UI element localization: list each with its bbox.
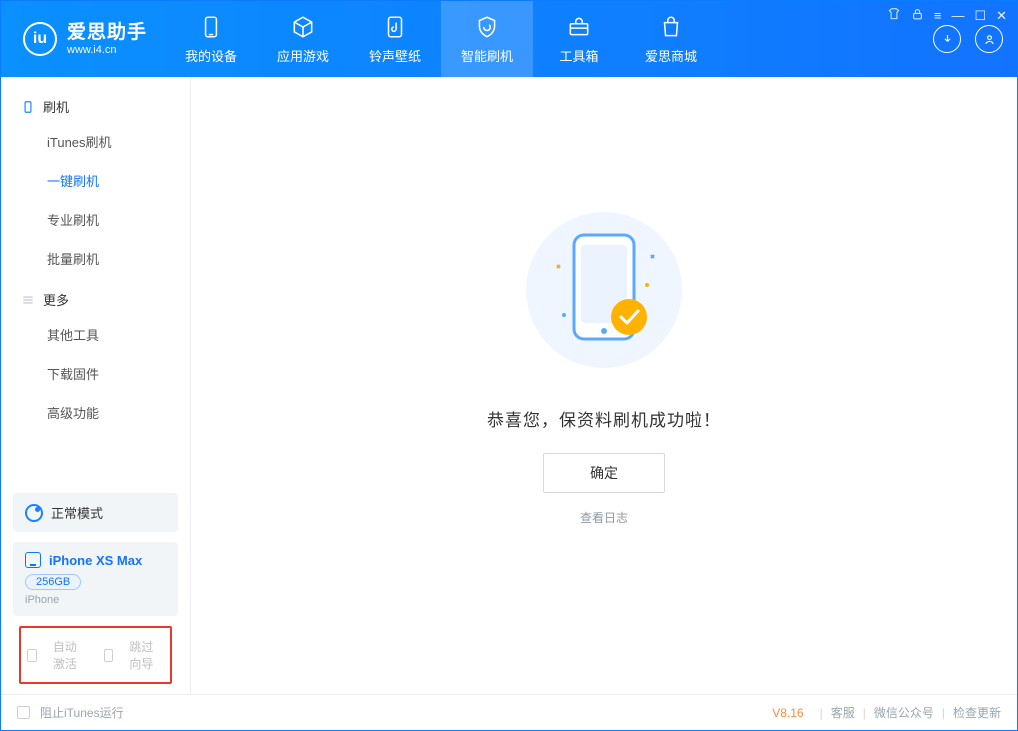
bag-icon [657, 13, 685, 41]
device-card[interactable]: iPhone XS Max 256GB iPhone [13, 542, 178, 616]
auto-activate-label: 自动激活 [53, 638, 88, 672]
sidebar-item-advanced[interactable]: 高级功能 [1, 393, 190, 432]
sidebar-item-batch-flash[interactable]: 批量刷机 [1, 239, 190, 278]
window-controls: ≡ — ☐ ✕ [887, 7, 1007, 24]
nav-my-device[interactable]: 我的设备 [165, 1, 257, 77]
footer: 阻止iTunes运行 V8.16 | 客服 | 微信公众号 | 检查更新 [1, 694, 1017, 730]
version-label: V8.16 [772, 706, 803, 720]
success-illustration [519, 205, 689, 380]
sidebar-item-other-tools[interactable]: 其他工具 [1, 315, 190, 354]
sidebar-item-oneclick-flash[interactable]: 一键刷机 [1, 161, 190, 200]
skip-guide-label: 跳过向导 [129, 638, 164, 672]
sidebar-group-more: 更多 [1, 284, 190, 315]
support-link[interactable]: 客服 [831, 704, 855, 721]
phone-icon [197, 13, 225, 41]
ok-button[interactable]: 确定 [543, 453, 665, 493]
status-icon [25, 504, 43, 522]
skip-guide-checkbox[interactable] [104, 649, 114, 662]
toolbox-icon [565, 13, 593, 41]
nav-ringtones-wallpapers[interactable]: 铃声壁纸 [349, 1, 441, 77]
view-log-link[interactable]: 查看日志 [580, 509, 628, 526]
menu-icon[interactable]: ≡ [934, 8, 942, 23]
sidebar-item-download-firmware[interactable]: 下载固件 [1, 354, 190, 393]
auto-activate-checkbox[interactable] [27, 649, 37, 662]
nav-apps-games[interactable]: 应用游戏 [257, 1, 349, 77]
nav-label: 爱思商城 [645, 46, 697, 65]
brand: iu 爱思助手 www.i4.cn [1, 1, 165, 77]
sidebar: 刷机 iTunes刷机 一键刷机 专业刷机 批量刷机 更多 其他工具 下载固件 … [1, 77, 191, 694]
sidebar-item-itunes-flash[interactable]: iTunes刷机 [1, 122, 190, 161]
nav-toolbox[interactable]: 工具箱 [533, 1, 625, 77]
device-type: iPhone [25, 594, 166, 606]
user-button[interactable] [975, 25, 1003, 53]
phone-icon [25, 552, 41, 568]
shield-refresh-icon [473, 13, 501, 41]
device-mode-status[interactable]: 正常模式 [13, 493, 178, 532]
block-itunes-label: 阻止iTunes运行 [40, 704, 124, 721]
download-button[interactable] [933, 25, 961, 53]
nav-label: 铃声壁纸 [369, 46, 421, 65]
brand-logo-icon: iu [23, 22, 57, 56]
nav-store[interactable]: 爱思商城 [625, 1, 717, 77]
flash-options-row: 自动激活 跳过向导 [19, 626, 172, 684]
maximize-button[interactable]: ☐ [974, 8, 986, 24]
status-label: 正常模式 [51, 503, 103, 522]
cube-icon [289, 13, 317, 41]
nav-label: 应用游戏 [277, 46, 329, 65]
music-file-icon [381, 13, 409, 41]
minimize-button[interactable]: — [951, 8, 964, 23]
nav-smart-flash[interactable]: 智能刷机 [441, 1, 533, 77]
brand-name: 爱思助手 [67, 22, 147, 44]
group-title: 更多 [43, 290, 69, 309]
close-button[interactable]: ✕ [996, 8, 1007, 24]
nav-label: 智能刷机 [461, 46, 513, 65]
top-nav: 我的设备 应用游戏 铃声壁纸 智能刷机 工具箱 爱思商城 [165, 1, 717, 77]
group-title: 刷机 [43, 97, 69, 116]
shirt-icon[interactable] [887, 7, 901, 24]
main-panel: 恭喜您，保资料刷机成功啦！ 确定 查看日志 [191, 77, 1017, 694]
wechat-link[interactable]: 微信公众号 [874, 704, 934, 721]
success-message: 恭喜您，保资料刷机成功啦！ [487, 406, 721, 431]
list-icon [21, 293, 35, 307]
device-name: iPhone XS Max [49, 553, 142, 568]
lock-icon[interactable] [911, 8, 924, 24]
brand-url: www.i4.cn [67, 44, 147, 57]
sidebar-group-flash: 刷机 [1, 91, 190, 122]
check-update-link[interactable]: 检查更新 [953, 704, 1001, 721]
nav-label: 工具箱 [560, 46, 599, 65]
device-icon [21, 100, 35, 114]
sidebar-item-pro-flash[interactable]: 专业刷机 [1, 200, 190, 239]
block-itunes-checkbox[interactable] [17, 706, 30, 719]
device-capacity: 256GB [25, 574, 81, 590]
nav-label: 我的设备 [185, 46, 237, 65]
